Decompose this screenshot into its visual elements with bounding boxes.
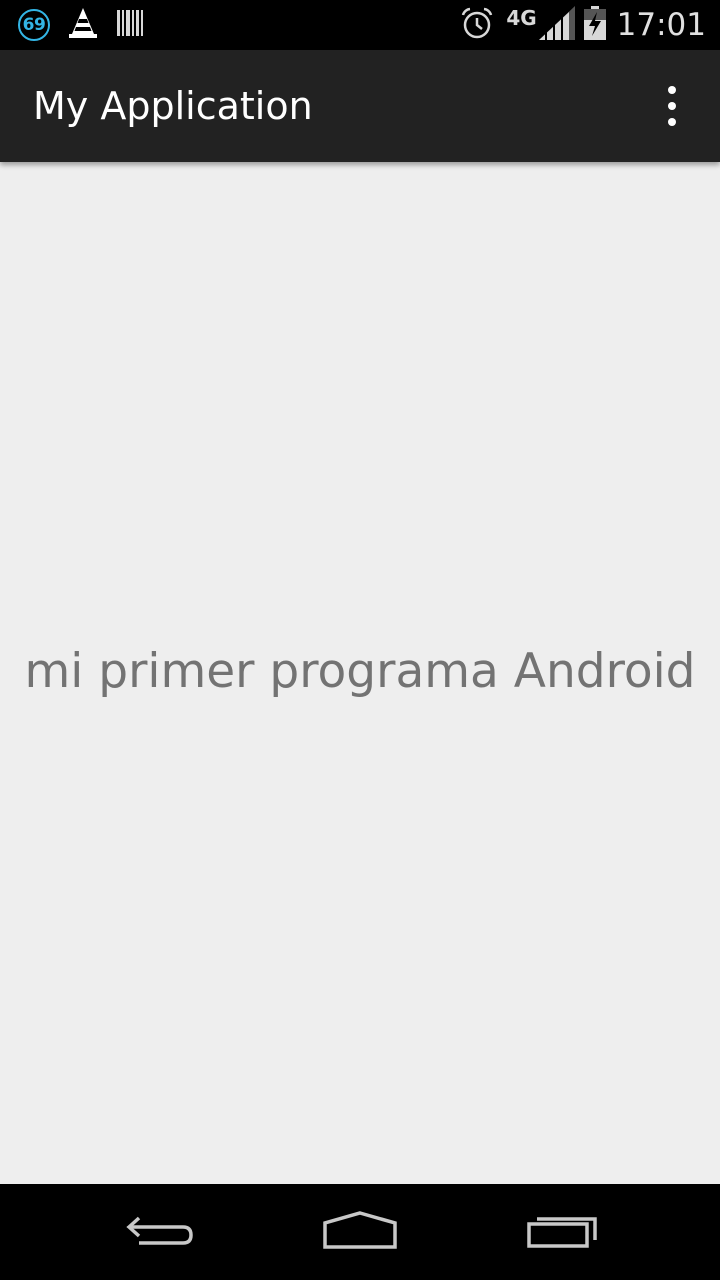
action-bar: My Application xyxy=(0,50,720,162)
clock: 17:01 xyxy=(616,7,706,43)
overflow-menu-icon[interactable] xyxy=(648,86,696,126)
recent-apps-button[interactable] xyxy=(482,1184,642,1280)
back-icon xyxy=(125,1210,195,1254)
signal-icon xyxy=(538,6,575,44)
content-area: mi primer programa Android xyxy=(0,162,720,1184)
notification-icons: 69 xyxy=(18,6,144,44)
system-status: 4G 17:01 xyxy=(460,0,706,50)
network-type-label: 4G xyxy=(506,6,537,30)
battery-charging-icon xyxy=(583,6,607,44)
vlc-cone-icon xyxy=(68,7,98,43)
overflow-menu-dot xyxy=(668,86,676,94)
app-title: My Application xyxy=(33,84,313,128)
main-text: mi primer programa Android xyxy=(24,644,696,699)
home-button[interactable] xyxy=(280,1184,440,1280)
screen: 69 4G 17:01 My Application mi primer pro… xyxy=(0,0,720,1280)
navigation-bar xyxy=(0,1184,720,1280)
alarm-icon xyxy=(460,6,494,44)
back-button[interactable] xyxy=(80,1184,240,1280)
notification-count-icon: 69 xyxy=(18,9,50,41)
status-bar: 69 4G 17:01 xyxy=(0,0,720,50)
barcode-icon xyxy=(116,8,144,42)
home-icon xyxy=(322,1210,398,1254)
recent-apps-icon xyxy=(526,1210,598,1254)
overflow-menu-dot xyxy=(668,102,676,110)
overflow-menu-dot xyxy=(668,118,676,126)
